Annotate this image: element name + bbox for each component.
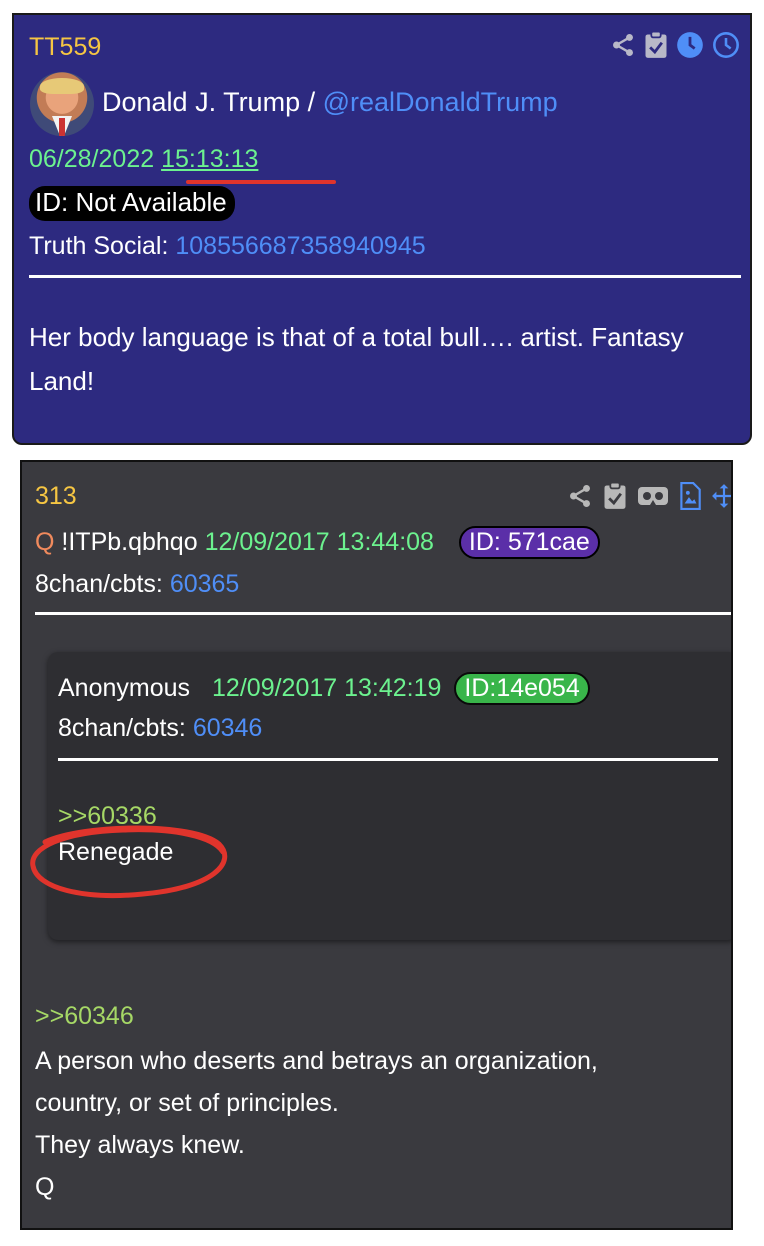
body-line: They always knew. xyxy=(35,1131,245,1159)
post-date: 06/28/2022 xyxy=(29,145,162,173)
reply-link[interactable]: >>60346 xyxy=(35,1002,134,1031)
body-line: A person who deserts and betrays an orga… xyxy=(35,1047,598,1075)
post-number[interactable]: 313 xyxy=(35,482,77,511)
image-file-icon[interactable] xyxy=(679,482,701,515)
quoted-timestamp: 12/09/2017 13:42:19 xyxy=(212,674,442,702)
q-name: Q xyxy=(35,528,55,556)
tripcode: !ITPb.qbhqo xyxy=(61,528,198,556)
post-toolbar xyxy=(567,481,731,515)
post-timestamp: 12/09/2017 13:44:08 xyxy=(204,528,434,556)
quoted-id-badge: ID:14e054 xyxy=(454,672,590,705)
quoted-author: Anonymous xyxy=(58,674,191,702)
source-label: Truth Social: xyxy=(29,232,176,260)
author-line: Donald J. Trump / @realDonaldTrump xyxy=(102,87,558,118)
body-line: Q xyxy=(35,1173,55,1201)
id-badge: ID: 571cae xyxy=(458,526,600,559)
avatar xyxy=(30,72,94,136)
post-number[interactable]: TT559 xyxy=(29,33,101,62)
post-toolbar xyxy=(610,31,740,59)
source-line: 8chan/cbts: 60365 xyxy=(35,570,239,599)
red-circle-annotation xyxy=(30,825,228,899)
share-icon[interactable] xyxy=(567,483,593,514)
post-body: Her body language is that of a total bul… xyxy=(29,322,684,396)
vr-goggles-icon[interactable] xyxy=(637,485,669,512)
id-badge: ID: Not Available xyxy=(29,186,235,221)
quoted-source-label: 8chan/cbts: xyxy=(58,714,193,742)
author-handle-link[interactable]: @realDonaldTrump xyxy=(323,87,558,117)
move-arrows-icon[interactable] xyxy=(711,483,731,514)
quoted-divider xyxy=(58,758,718,761)
truth-social-post-card: TT559 Donald J. Trump / @realDonaldTrump… xyxy=(12,13,752,445)
author-name: Donald J. Trump / xyxy=(102,87,323,117)
source-id-link[interactable]: 60365 xyxy=(170,570,240,598)
clock-filled-icon[interactable] xyxy=(676,31,704,59)
quoted-post-header: Anonymous 12/09/2017 13:42:19 ID:14e054 xyxy=(58,672,590,705)
post-timestamp: 06/28/2022 15:13:13 xyxy=(29,145,258,174)
q-post-card: 313 Q !ITPb.qbhqo 12/09/2017 13:44:08 ID… xyxy=(20,460,733,1230)
divider xyxy=(35,612,731,615)
quoted-source-line: 8chan/cbts: 60346 xyxy=(58,714,262,743)
post-time: 15:13:13 xyxy=(161,145,259,173)
source-label: 8chan/cbts: xyxy=(35,570,170,598)
clock-outline-icon[interactable] xyxy=(712,31,740,59)
source-id-link[interactable]: 108556687358940945 xyxy=(175,232,425,260)
red-underline-annotation xyxy=(186,180,336,184)
clipboard-check-icon[interactable] xyxy=(644,31,668,59)
post-header: Q !ITPb.qbhqo 12/09/2017 13:44:08 ID: 57… xyxy=(35,526,600,559)
divider xyxy=(29,275,741,278)
quoted-post: Anonymous 12/09/2017 13:42:19 ID:14e054 8… xyxy=(30,652,731,940)
body-line: country, or set of principles. xyxy=(35,1089,339,1117)
share-icon[interactable] xyxy=(610,32,636,58)
post-body: A person who deserts and betrays an orga… xyxy=(35,1040,725,1208)
quoted-source-id-link[interactable]: 60346 xyxy=(193,714,263,742)
clipboard-check-icon[interactable] xyxy=(603,481,627,515)
source-line: Truth Social: 108556687358940945 xyxy=(29,232,426,261)
